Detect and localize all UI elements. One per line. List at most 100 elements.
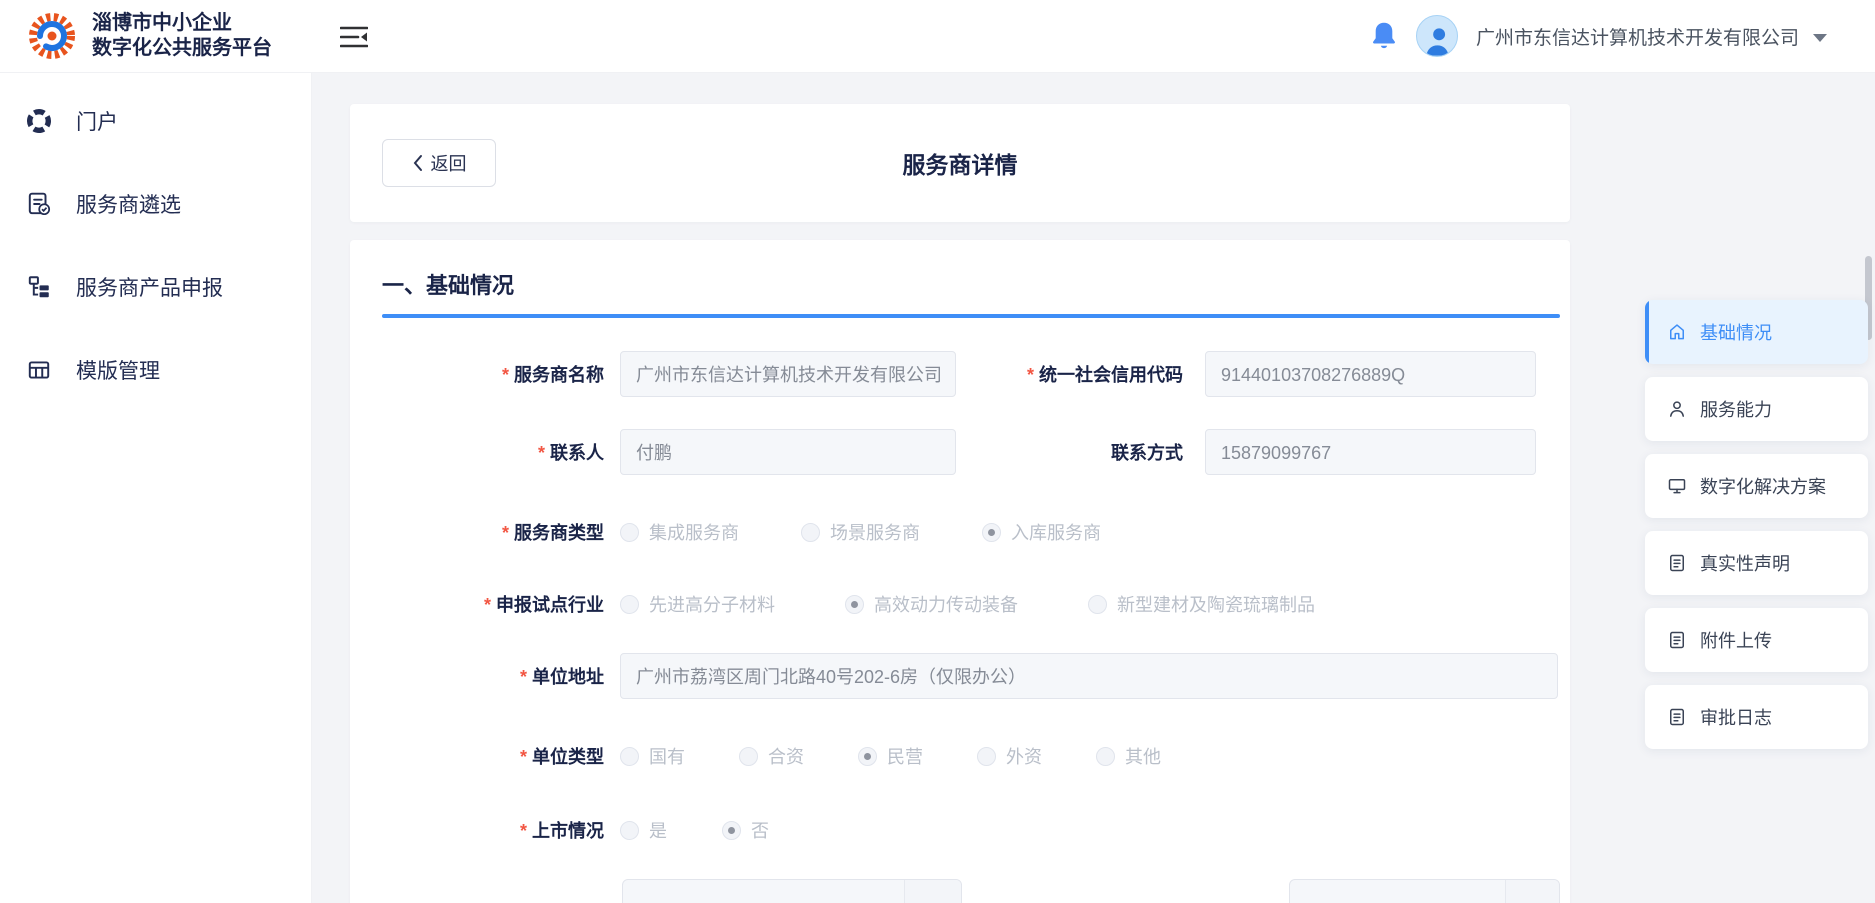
avatar-person-icon	[1420, 24, 1454, 56]
listed-status-label: 上市情况	[382, 817, 620, 843]
form-row: 单位地址 广州市荔湾区周门北路40号202-6房（仅限办公）	[382, 653, 1560, 699]
company-name: 广州市东信达计算机技术开发有限公司	[1476, 23, 1799, 50]
partial-input-left[interactable]	[622, 879, 962, 903]
sidebar-item-label: 服务商产品申报	[76, 272, 223, 302]
radio-icon	[982, 523, 1001, 542]
address-label: 单位地址	[382, 663, 620, 689]
product-declare-icon	[26, 274, 52, 300]
partial-input-right[interactable]	[1289, 879, 1560, 903]
detail-header-card: 服务商详情 返回	[350, 104, 1570, 222]
radio-icon	[620, 595, 639, 614]
document-icon	[1667, 630, 1687, 650]
monitor-icon	[1667, 476, 1687, 496]
radio-icon	[1088, 595, 1107, 614]
input-addon	[904, 880, 961, 903]
provider-type-radio-group: 集成服务商 场景服务商 入库服务商	[620, 519, 1101, 545]
anchor-basic-info[interactable]: 基础情况	[1645, 300, 1868, 364]
user-avatar[interactable]	[1416, 15, 1458, 57]
platform-title-line1: 淄博市中小企业	[92, 11, 272, 36]
sidebar-item-label: 服务商遴选	[76, 189, 181, 219]
contact-person-input[interactable]: 付鹏	[620, 429, 956, 475]
input-addon	[1505, 880, 1559, 903]
anchor-label: 基础情况	[1700, 319, 1772, 345]
sidebar-fold-icon[interactable]	[340, 26, 368, 48]
provider-selection-icon	[26, 191, 52, 217]
radio-label: 其他	[1125, 743, 1161, 769]
anchor-nav-panel: 基础情况 服务能力 数字化解决方案 真实性声明	[1645, 300, 1868, 762]
radio-label: 高效动力传动装备	[874, 591, 1018, 617]
sidebar-item-provider-selection[interactable]: 服务商遴选	[0, 179, 311, 229]
header-right: 广州市东信达计算机技术开发有限公司	[1370, 0, 1827, 72]
back-button[interactable]: 返回	[382, 139, 496, 187]
radio-label: 集成服务商	[649, 519, 739, 545]
radio-option[interactable]: 新型建材及陶瓷琉璃制品	[1088, 591, 1315, 617]
radio-option[interactable]: 先进高分子材料	[620, 591, 775, 617]
radio-icon	[801, 523, 820, 542]
radio-label: 民营	[887, 743, 923, 769]
company-switcher[interactable]: 广州市东信达计算机技术开发有限公司	[1476, 23, 1827, 50]
basic-info-card: 一、基础情况 服务商名称 广州市东信达计算机技术开发有限公司 统一社会信用代码 …	[350, 240, 1570, 903]
provider-name-label: 服务商名称	[382, 361, 620, 387]
form-row: 联系人 付鹏 联系方式 15879099767	[382, 429, 1560, 475]
platform-title-line2: 数字化公共服务平台	[92, 36, 272, 61]
back-chevron-icon	[412, 154, 423, 172]
address-input[interactable]: 广州市荔湾区周门北路40号202-6房（仅限办公）	[620, 653, 1558, 699]
sidebar-item-label: 模版管理	[76, 355, 160, 385]
radio-label: 先进高分子材料	[649, 591, 775, 617]
home-icon	[1667, 322, 1687, 342]
anchor-label: 服务能力	[1700, 396, 1772, 422]
contact-phone-label: 联系方式	[956, 439, 1205, 465]
radio-icon	[620, 523, 639, 542]
provider-type-label: 服务商类型	[382, 519, 620, 545]
radio-option[interactable]: 是	[620, 817, 667, 843]
radio-icon	[858, 747, 877, 766]
radio-icon	[845, 595, 864, 614]
sidebar-item-portal[interactable]: 门户	[0, 96, 311, 146]
contact-phone-input[interactable]: 15879099767	[1205, 429, 1536, 475]
anchor-approval-log[interactable]: 审批日志	[1645, 685, 1868, 749]
top-header: 淄博市中小企业 数字化公共服务平台 广州市东信达计算机技术开发有限公司	[0, 0, 1875, 72]
radio-icon	[1096, 747, 1115, 766]
document-icon	[1667, 553, 1687, 573]
anchor-authenticity-statement[interactable]: 真实性声明	[1645, 531, 1868, 595]
section-accent-line	[382, 314, 1560, 318]
radio-option[interactable]: 合资	[739, 743, 804, 769]
form-row: 申报试点行业 先进高分子材料 高效动力传动装备 新型建材及陶瓷琉璃制品	[382, 591, 1560, 617]
form-row-partial	[382, 879, 1560, 903]
page-title: 服务商详情	[350, 104, 1570, 222]
credit-code-input[interactable]: 91440103708276889Q	[1205, 351, 1536, 397]
anchor-label: 附件上传	[1700, 627, 1772, 653]
radio-label: 国有	[649, 743, 685, 769]
portal-icon	[26, 108, 52, 134]
anchor-label: 数字化解决方案	[1700, 473, 1826, 499]
company-type-label: 单位类型	[382, 743, 620, 769]
radio-option-selected[interactable]: 高效动力传动装备	[845, 591, 1018, 617]
section-title: 一、基础情况	[382, 268, 1560, 300]
radio-option[interactable]: 国有	[620, 743, 685, 769]
radio-option[interactable]: 场景服务商	[801, 519, 920, 545]
sidebar-nav: 门户 服务商遴选 服务商产品申报 模版管	[0, 72, 312, 903]
template-mgmt-icon	[26, 357, 52, 383]
radio-label: 新型建材及陶瓷琉璃制品	[1117, 591, 1315, 617]
anchor-service-ability[interactable]: 服务能力	[1645, 377, 1868, 441]
radio-option-selected[interactable]: 民营	[858, 743, 923, 769]
provider-name-input[interactable]: 广州市东信达计算机技术开发有限公司	[620, 351, 956, 397]
radio-option[interactable]: 集成服务商	[620, 519, 739, 545]
anchor-label: 真实性声明	[1700, 550, 1790, 576]
anchor-digital-solution[interactable]: 数字化解决方案	[1645, 454, 1868, 518]
form-row: 服务商名称 广州市东信达计算机技术开发有限公司 统一社会信用代码 9144010…	[382, 351, 1560, 397]
notification-bell-icon[interactable]	[1370, 21, 1398, 51]
radio-option[interactable]: 外资	[977, 743, 1042, 769]
radio-option[interactable]: 其他	[1096, 743, 1161, 769]
anchor-attachment-upload[interactable]: 附件上传	[1645, 608, 1868, 672]
sidebar-item-product-declare[interactable]: 服务商产品申报	[0, 262, 311, 312]
radio-icon	[739, 747, 758, 766]
radio-option-selected[interactable]: 入库服务商	[982, 519, 1101, 545]
radio-option-selected[interactable]: 否	[722, 817, 769, 843]
form-row: 上市情况 是 否	[382, 817, 1560, 843]
sidebar-item-template-mgmt[interactable]: 模版管理	[0, 345, 311, 395]
form-row: 服务商类型 集成服务商 场景服务商 入库服务商	[382, 519, 1560, 545]
document-icon	[1667, 707, 1687, 727]
credit-code-label: 统一社会信用代码	[956, 361, 1205, 387]
radio-icon	[620, 747, 639, 766]
